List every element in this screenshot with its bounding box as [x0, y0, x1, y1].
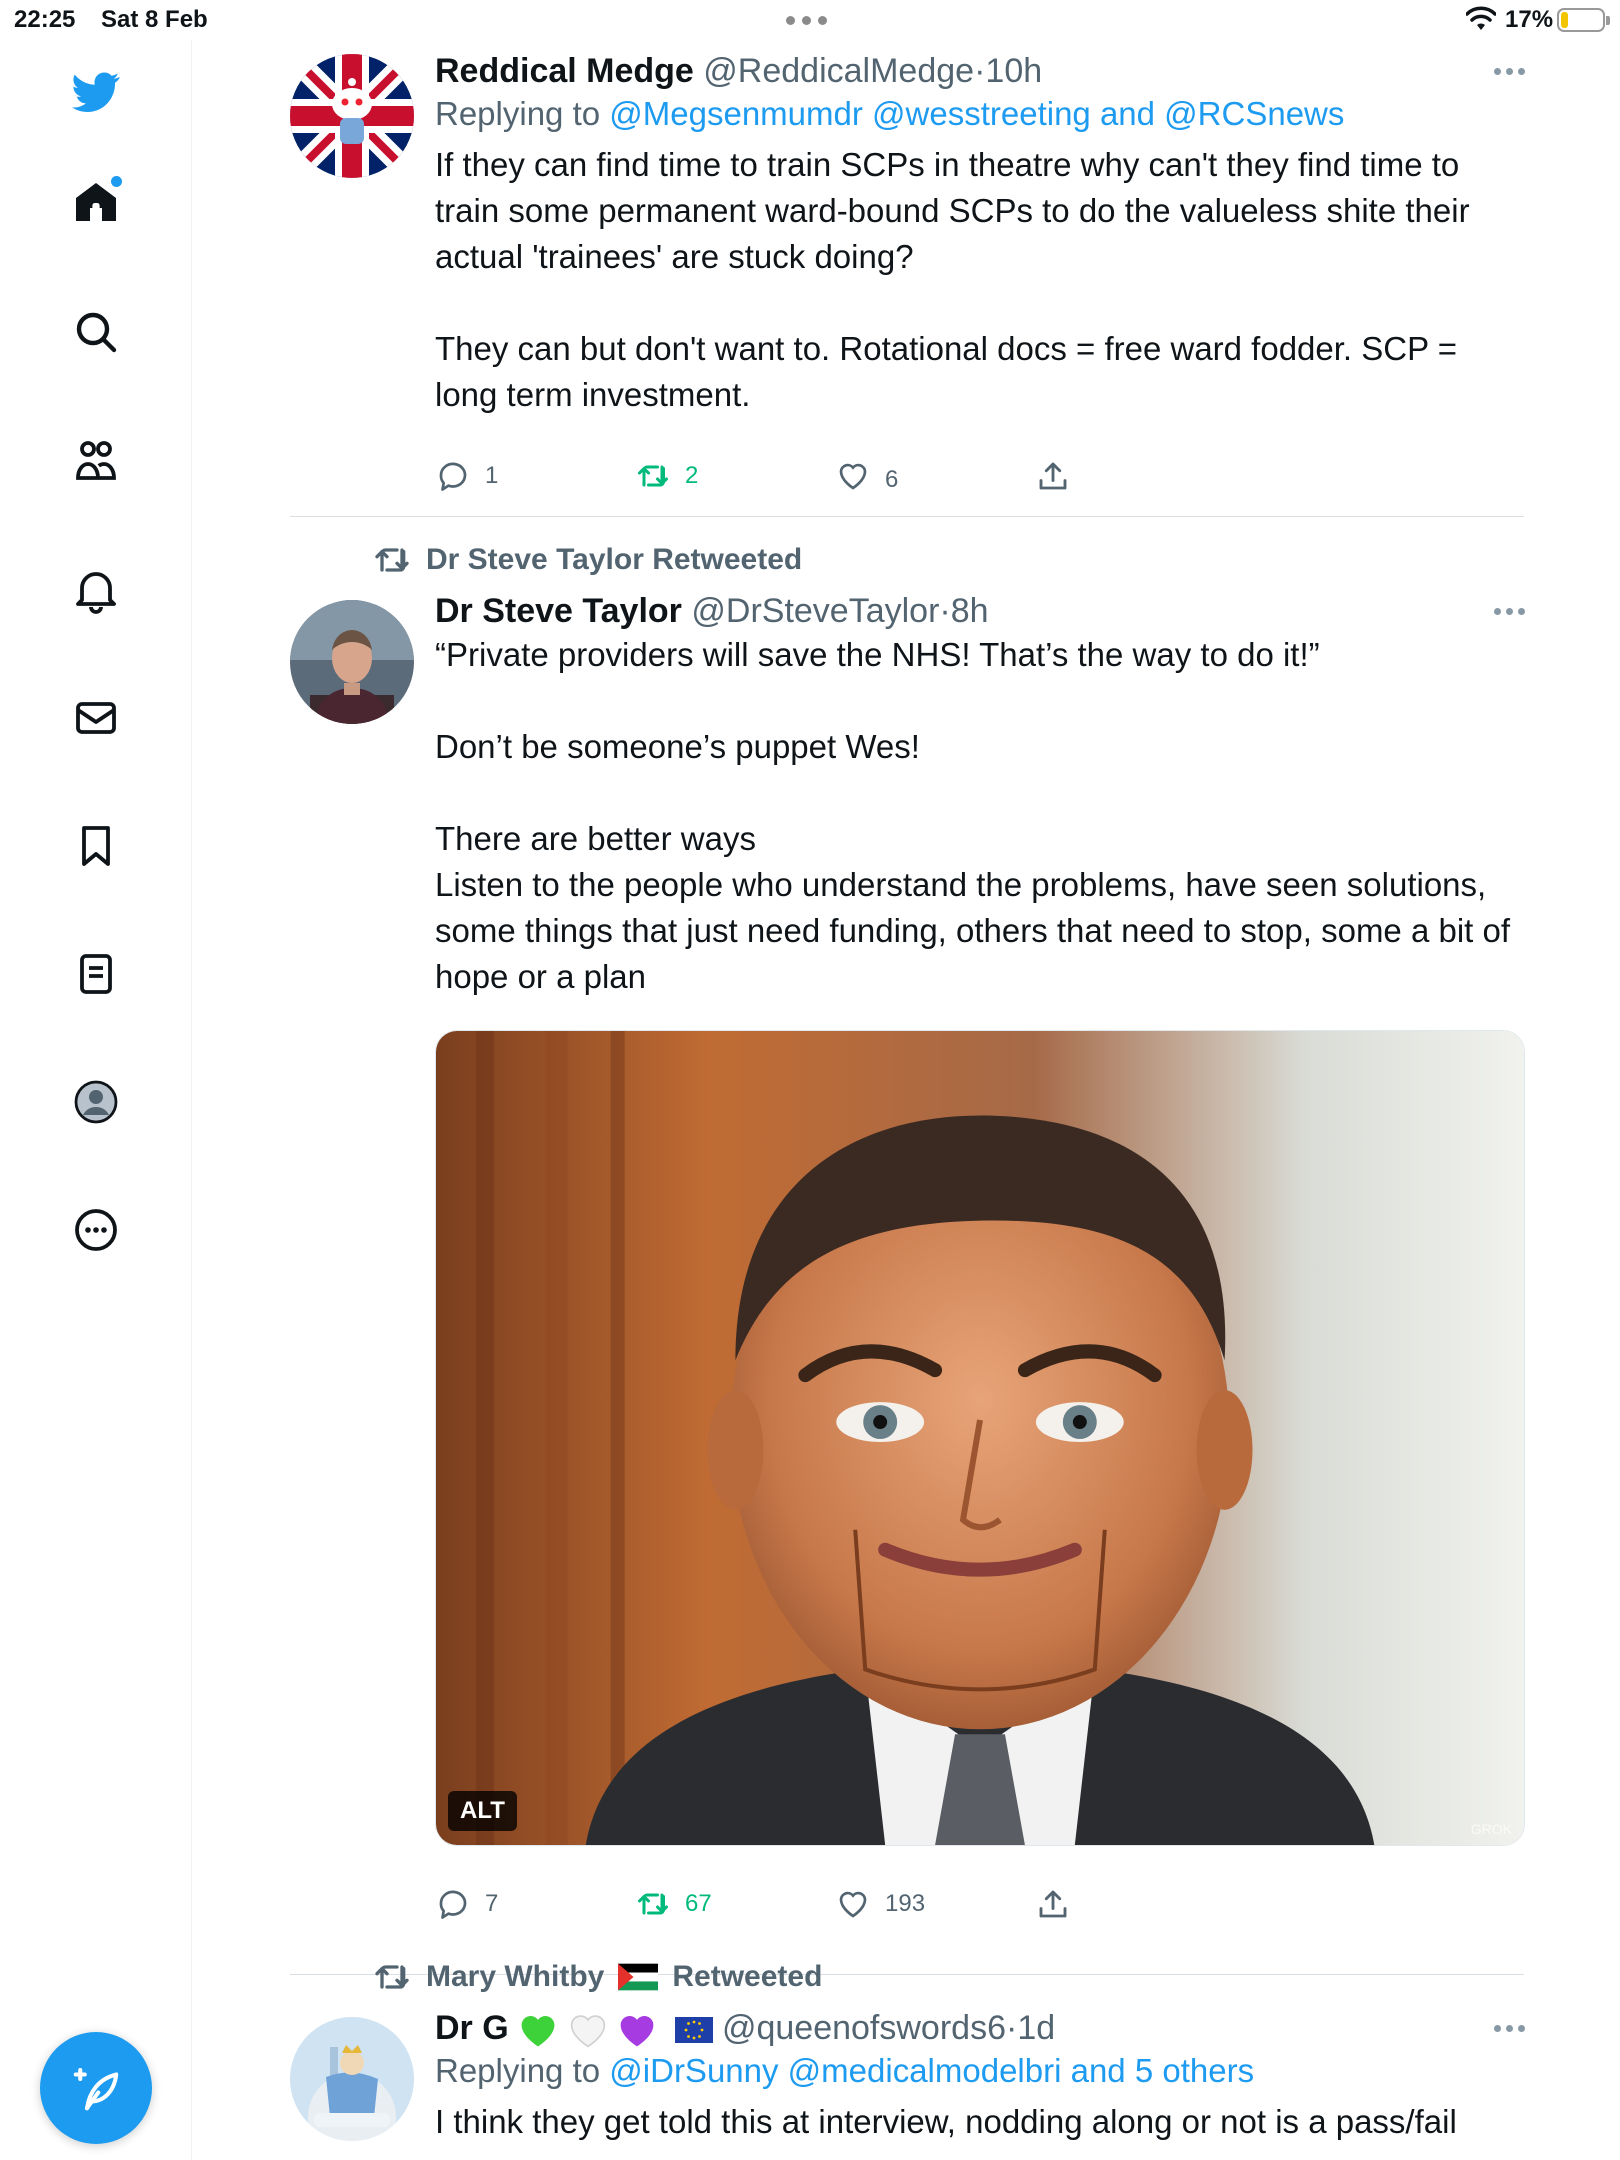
- reply-targets-link[interactable]: @iDrSunny @medicalmodelbri and 5 others: [609, 2052, 1254, 2089]
- share-button[interactable]: [1035, 1886, 1071, 1922]
- replying-to-label: Replying to: [435, 2052, 601, 2089]
- retweet-icon: [375, 1965, 409, 1989]
- heart-icon: [839, 463, 867, 490]
- retweet-count: 67: [685, 1890, 712, 1917]
- grok-watermark: GROK: [1470, 1821, 1512, 1837]
- like-count: 193: [885, 1890, 926, 1917]
- author-handle[interactable]: @DrSteveTaylor: [691, 592, 939, 630]
- retweeted-by-text: Dr Steve Taylor Retweeted: [426, 543, 803, 576]
- puppet-image: [436, 1031, 1524, 1845]
- author-name[interactable]: Dr Steve Taylor: [435, 592, 682, 630]
- tweet-text: I think they get told this at interview,…: [435, 2103, 1457, 2140]
- like-button[interactable]: 6: [835, 458, 898, 494]
- heart-icon: [839, 1891, 867, 1918]
- tweet-actions: 7 67 193: [435, 1886, 1335, 1926]
- reply-icon: [439, 1890, 467, 1919]
- twitter-logo-icon[interactable]: [70, 66, 122, 118]
- author-handle[interactable]: @ReddicalMedge: [703, 52, 974, 90]
- author-handle[interactable]: @queenofswords6: [722, 2009, 1006, 2047]
- share-icon: [1039, 1890, 1067, 1918]
- tweet-time[interactable]: 8h: [951, 592, 989, 630]
- tweet-time[interactable]: 1d: [1017, 2009, 1055, 2047]
- purple-heart-icon: [620, 2016, 654, 2047]
- status-time: 22:25: [14, 6, 76, 33]
- communities-icon[interactable]: [70, 434, 122, 486]
- notifications-bell-icon[interactable]: [70, 564, 122, 616]
- reply-targets-link[interactable]: @Megsenmumdr @wesstreeting and @RCSnews: [609, 95, 1344, 132]
- replying-to: Replying to @Megsenmumdr @wesstreeting a…: [435, 92, 1525, 136]
- separator: ·: [1005, 2009, 1018, 2047]
- green-heart-icon: [521, 2016, 555, 2047]
- tweet-media-image[interactable]: ALT GROK: [435, 1030, 1525, 1846]
- alt-text-badge[interactable]: ALT: [448, 1791, 517, 1831]
- battery-percentage: 17%: [1505, 6, 1554, 33]
- status-bar: 22:25 Sat 8 Feb 17%: [0, 0, 1620, 40]
- profile-avatar-icon[interactable]: [70, 1076, 122, 1128]
- more-options-icon[interactable]: [70, 1204, 122, 1256]
- retweet-button[interactable]: 2: [635, 458, 698, 494]
- lists-icon[interactable]: [70, 948, 122, 1000]
- retweet-count: 2: [685, 462, 699, 489]
- battery-icon: [1557, 8, 1610, 32]
- messages-envelope-icon[interactable]: [70, 692, 122, 744]
- tweet-header: Dr G @queenofswords6·1d: [435, 2007, 1525, 2049]
- avatar[interactable]: [290, 600, 414, 724]
- tweet-actions: 1 2 6: [435, 458, 1335, 498]
- like-button[interactable]: 193: [835, 1886, 925, 1922]
- retweeted-suffix: Retweeted: [672, 1960, 823, 1993]
- retweet-icon: [638, 1893, 668, 1915]
- bookmark-icon[interactable]: [70, 820, 122, 872]
- tweet-more-icon[interactable]: [1494, 68, 1525, 75]
- reply-count: 7: [485, 1890, 499, 1917]
- tweet-time[interactable]: 10h: [985, 52, 1042, 90]
- avatar[interactable]: [290, 54, 414, 178]
- retweeted-by-label[interactable]: Dr Steve Taylor Retweeted: [372, 540, 802, 580]
- tweet-more-icon[interactable]: [1494, 608, 1525, 615]
- like-count: 6: [885, 466, 899, 493]
- retweeted-by-name: Mary Whitby: [426, 1960, 605, 1993]
- replying-to: Replying to @iDrSunny @medicalmodelbri a…: [435, 2049, 1525, 2093]
- white-heart-icon: [570, 2015, 605, 2048]
- author-name[interactable]: Reddical Medge: [435, 52, 694, 90]
- separator: ·: [939, 592, 951, 630]
- retweet-button[interactable]: 67: [635, 1886, 712, 1922]
- replying-to-label: Replying to: [435, 95, 601, 132]
- multitasking-dots-icon[interactable]: [786, 16, 827, 25]
- tweet-more-icon[interactable]: [1494, 2025, 1525, 2032]
- home-notification-dot: [111, 176, 122, 187]
- share-icon: [1039, 462, 1067, 490]
- compose-tweet-button[interactable]: [40, 2032, 152, 2144]
- sidebar: [0, 40, 192, 2160]
- retweet-icon: [638, 465, 668, 487]
- reply-button[interactable]: 7: [435, 1886, 498, 1922]
- tweet-text: If they can find time to train SCPs in t…: [435, 146, 1470, 413]
- wifi-icon: [1466, 6, 1496, 30]
- tweet-header: Reddical Medge @ReddicalMedge·10h: [435, 50, 1525, 92]
- eu-flag-icon: [674, 2017, 713, 2044]
- reply-icon: [439, 462, 467, 491]
- palestine-flag-icon: [618, 1963, 659, 1991]
- search-icon[interactable]: [70, 306, 122, 358]
- home-icon[interactable]: [70, 176, 122, 228]
- reply-button[interactable]: 1: [435, 458, 498, 494]
- tweet-header: Dr Steve Taylor @DrSteveTaylor·8h: [435, 590, 1525, 632]
- status-date: Sat 8 Feb: [101, 6, 208, 33]
- tweet-divider: [290, 516, 1524, 517]
- reply-count: 1: [485, 462, 499, 489]
- retweet-icon: [375, 548, 409, 572]
- tweet-text: “Private providers will save the NHS! Th…: [435, 636, 1511, 995]
- retweeted-by-label[interactable]: Mary Whitby Retweeted: [372, 1957, 822, 1997]
- share-button[interactable]: [1035, 458, 1071, 494]
- avatar[interactable]: [290, 2017, 414, 2141]
- separator: ·: [974, 52, 986, 90]
- author-name[interactable]: Dr G: [435, 2009, 509, 2047]
